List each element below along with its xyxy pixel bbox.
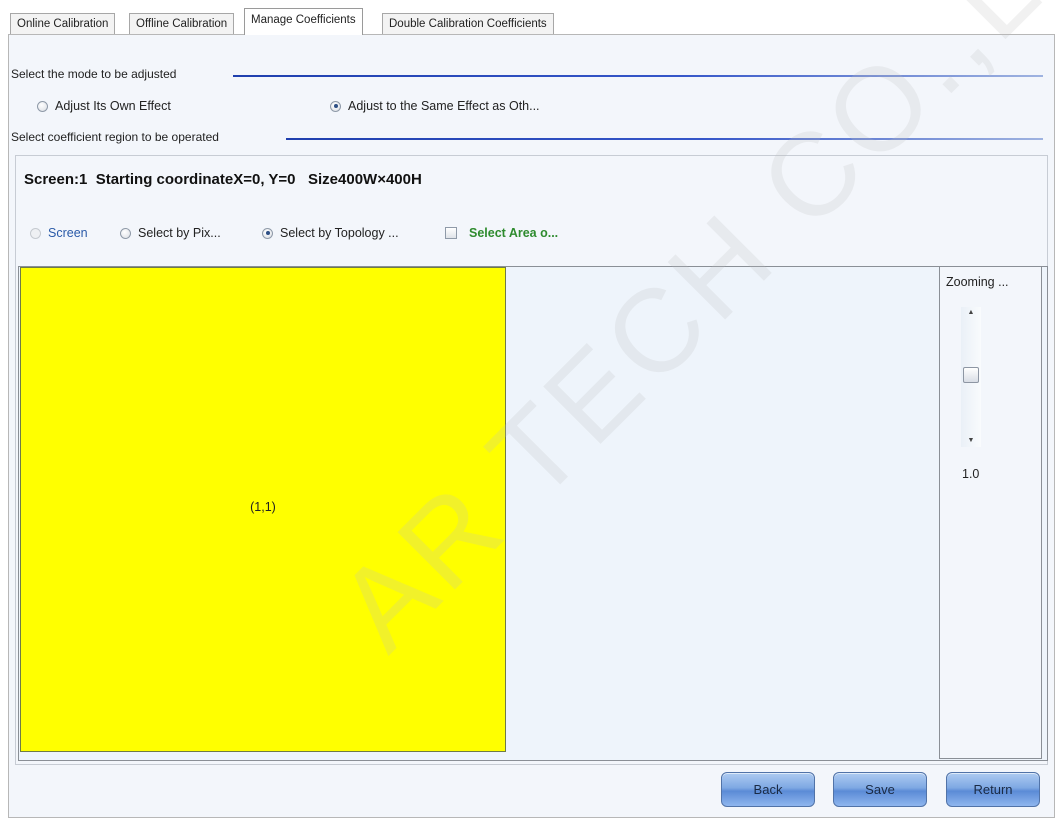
radio-select-by-topology-label: Select by Topology ... (280, 226, 399, 240)
calibration-window: Online Calibration Offline Calibration M… (8, 6, 1055, 818)
tab-offline-calibration[interactable]: Offline Calibration (129, 13, 235, 34)
region-selection-options: Screen Select by Pix... Select by Topolo… (30, 226, 930, 246)
radio-adjust-same-effect-indicator[interactable] (330, 100, 341, 112)
tab-online-calibration[interactable]: Online Calibration (10, 13, 116, 34)
manage-coefficients-panel: Select the mode to be adjusted Adjust It… (8, 34, 1055, 818)
radio-select-by-pixel-indicator[interactable] (120, 227, 131, 239)
return-button[interactable]: Return (946, 772, 1040, 807)
region-section-divider (286, 138, 1043, 140)
zoom-panel: Zooming ... ▲ ▼ 1.0 (939, 266, 1042, 759)
radio-adjust-own-effect[interactable]: Adjust Its Own Effect (37, 99, 171, 113)
zoom-label: Zooming ... (946, 275, 1009, 289)
radio-select-by-pixel-label: Select by Pix... (138, 226, 221, 240)
radio-screen[interactable]: Screen (30, 226, 88, 240)
radio-adjust-own-effect-label: Adjust Its Own Effect (55, 99, 171, 113)
radio-screen-indicator[interactable] (30, 227, 41, 239)
zoom-slider[interactable]: ▲ ▼ (961, 307, 981, 447)
mode-section-title: Select the mode to be adjusted (11, 67, 177, 81)
radio-select-by-pixel[interactable]: Select by Pix... (120, 226, 221, 240)
radio-screen-label: Screen (48, 226, 88, 240)
radio-select-by-topology[interactable]: Select by Topology ... (262, 226, 399, 240)
tab-manage-coefficients[interactable]: Manage Coefficients (244, 8, 363, 35)
screen-info-text: Screen:1 Starting coordinateX=0, Y=0 Siz… (24, 171, 422, 188)
mode-section-divider (233, 75, 1043, 77)
radio-adjust-own-effect-indicator[interactable] (37, 100, 48, 112)
save-button[interactable]: Save (833, 772, 927, 807)
radio-adjust-same-effect[interactable]: Adjust to the Same Effect as Oth... (330, 99, 540, 113)
tab-double-calibration-coefficients[interactable]: Double Calibration Coefficients (382, 13, 554, 34)
checkbox-select-area-label: Select Area o... (469, 226, 559, 240)
radio-adjust-same-effect-label: Adjust to the Same Effect as Oth... (348, 99, 540, 113)
zoom-slider-down-arrow-icon[interactable]: ▼ (965, 437, 977, 445)
region-group-box: Screen:1 Starting coordinateX=0, Y=0 Siz… (15, 155, 1048, 765)
zoom-value: 1.0 (962, 467, 980, 481)
tab-bar: Online Calibration Offline Calibration M… (8, 6, 1055, 35)
region-section-title: Select coefficient region to be operated (11, 130, 219, 144)
checkbox-select-area[interactable]: Select Area o... (445, 226, 558, 240)
checkbox-select-area-box[interactable] (445, 227, 457, 239)
back-button[interactable]: Back (721, 772, 815, 807)
topology-cell-label: (1,1) (250, 500, 276, 514)
zoom-slider-up-arrow-icon[interactable]: ▲ (965, 309, 977, 317)
zoom-slider-thumb[interactable] (963, 367, 979, 383)
radio-select-by-topology-indicator[interactable] (262, 227, 273, 239)
topology-cell[interactable]: (1,1) (20, 267, 506, 752)
